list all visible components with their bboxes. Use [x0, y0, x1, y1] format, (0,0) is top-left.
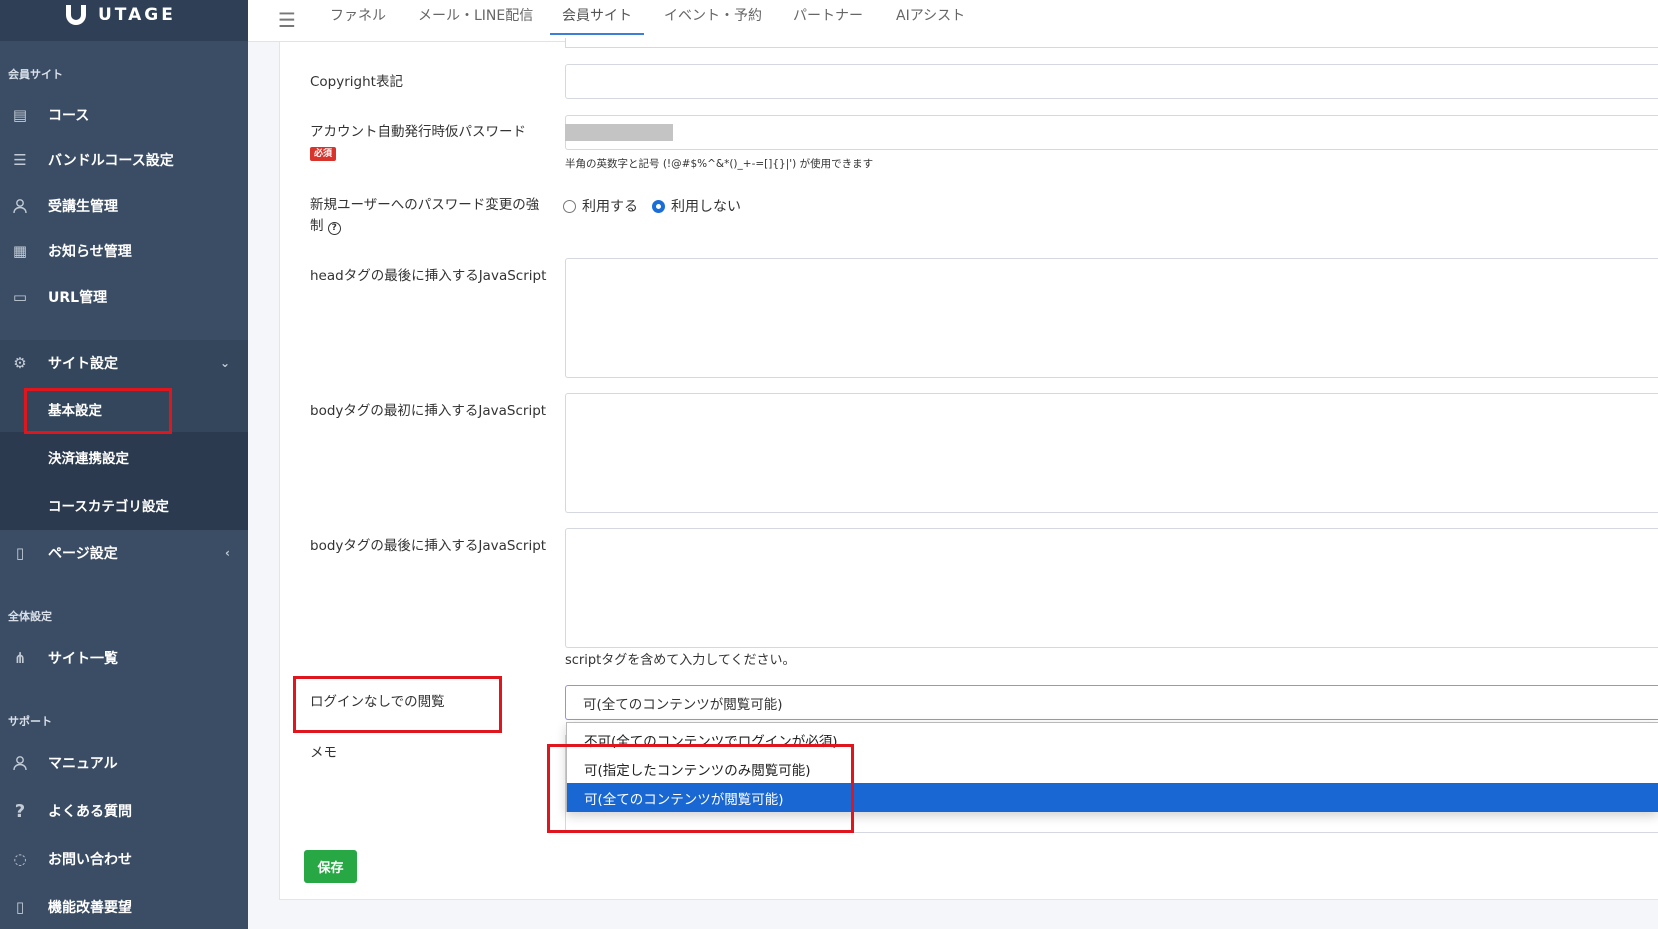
chevron-down-icon: ⌄	[219, 356, 230, 370]
sidebar-item-news[interactable]: ▦ お知らせ管理	[0, 228, 248, 274]
force-password-change-label-line2: 制	[310, 218, 324, 234]
sidebar-item-label: 受講生管理	[48, 199, 118, 215]
hamburger-menu-icon[interactable]: ☰	[278, 8, 296, 32]
sitemap-icon: ⋔	[13, 649, 27, 667]
sidebar-item-site-settings[interactable]: ⚙ サイト設定 ⌄	[0, 340, 248, 386]
tab-member-site[interactable]: 会員サイト	[550, 5, 644, 35]
required-badge-wrap: 必須	[310, 146, 337, 161]
temp-password-masked-value	[565, 124, 673, 141]
body-start-js-textarea[interactable]	[565, 393, 1658, 513]
sidebar-item-label: サイト一覧	[48, 651, 118, 667]
head-js-textarea[interactable]	[565, 258, 1658, 378]
top-navigation: ☰ ファネル メール・LINE配信 会員サイト イベント・予約 パートナー AI…	[248, 0, 1658, 42]
sidebar-item-manual[interactable]: マニュアル	[0, 740, 248, 786]
sidebar-item-site-list[interactable]: ⋔ サイト一覧	[0, 635, 248, 681]
save-button[interactable]: 保存	[304, 850, 357, 883]
login-free-select[interactable]: 可(全てのコンテンツが閲覧可能)	[565, 685, 1658, 720]
sidebar-item-contact[interactable]: ◌ お問い合わせ	[0, 836, 248, 882]
sidebar-item-students[interactable]: 受講生管理	[0, 183, 248, 229]
head-js-label: headタグの最後に挿入するJavaScript	[310, 268, 547, 284]
section-header-global: 全体設定	[8, 610, 52, 623]
temp-password-label: アカウント自動発行時仮パスワード	[310, 124, 526, 140]
highlight-box-options	[547, 744, 854, 833]
previous-field-input[interactable]	[565, 38, 1658, 48]
radio-not-use-label[interactable]: 利用しない	[671, 196, 741, 216]
section-header-member-site: 会員サイト	[8, 68, 63, 81]
user-icon	[11, 754, 29, 772]
list-icon: ▤	[12, 106, 28, 124]
body-end-js-textarea[interactable]	[565, 528, 1658, 648]
sidebar-item-label: URL管理	[48, 290, 108, 306]
sidebar-item-page-settings[interactable]: ▯ ページ設定 ‹	[0, 530, 248, 576]
script-hint: scriptタグを含めて入力してください。	[565, 653, 796, 668]
sidebar-item-url[interactable]: ▭ URL管理	[0, 274, 248, 320]
force-password-change-label: 新規ユーザーへのパスワード変更の強 制 ?	[310, 195, 539, 237]
sidebar-item-label: よくある質問	[48, 804, 132, 820]
tab-partner[interactable]: パートナー	[793, 5, 863, 33]
sidebar-item-label: コース	[48, 108, 90, 124]
sidebar-item-course[interactable]: ▤ コース	[0, 92, 248, 138]
radio-use-label[interactable]: 利用する	[582, 196, 638, 216]
sidebar-item-label: マニュアル	[48, 756, 118, 772]
sidebar-item-label: お問い合わせ	[48, 852, 132, 868]
page-icon: ▯	[15, 544, 25, 562]
copyright-label: Copyright表記	[310, 74, 403, 90]
force-password-change-label-line1: 新規ユーザーへのパスワード変更の強	[310, 197, 540, 213]
logo[interactable]: UTAGE	[0, 0, 248, 41]
sidebar-item-label: ページ設定	[48, 546, 118, 562]
tab-mail-line[interactable]: メール・LINE配信	[418, 5, 533, 33]
copyright-input[interactable]	[565, 64, 1658, 99]
bullet-list-icon: ☰	[13, 151, 27, 169]
temp-password-hint: 半角の英数字と記号 (!@#$%^&*()_+-=[]{}|') が使用できます	[565, 158, 874, 170]
sidebar-subitem-course-category[interactable]: コースカテゴリ設定	[0, 482, 248, 528]
gear-icon: ⚙	[13, 354, 27, 372]
devices-icon: ▭	[12, 288, 28, 306]
sidebar: UTAGE 会員サイト ▤ コース ☰ バンドルコース設定 受講生管理 ▦ お知…	[0, 0, 248, 929]
sidebar-subitem-label: コースカテゴリ設定	[48, 499, 169, 515]
temp-password-input[interactable]	[565, 115, 1658, 150]
sidebar-item-label: サイト設定	[48, 356, 118, 372]
sidebar-item-label: お知らせ管理	[48, 244, 132, 260]
highlight-box-login-free	[293, 676, 502, 733]
section-header-support: サポート	[8, 715, 52, 728]
user-icon	[11, 197, 29, 215]
chevron-left-icon: ‹	[225, 546, 230, 560]
chat-icon: ◌	[13, 850, 27, 868]
sidebar-item-feature-request[interactable]: ▯ 機能改善要望	[0, 884, 248, 929]
sidebar-subitem-payment-settings[interactable]: 決済連携設定	[0, 434, 248, 480]
radio-use[interactable]	[563, 199, 576, 213]
document-icon: ▯	[15, 898, 25, 916]
tab-ai-assist[interactable]: AIアシスト	[896, 5, 965, 33]
sidebar-item-bundle-course[interactable]: ☰ バンドルコース設定	[0, 137, 248, 183]
newspaper-icon: ▦	[12, 242, 28, 260]
help-icon[interactable]: ?	[327, 222, 341, 235]
tab-event-reservation[interactable]: イベント・予約	[664, 5, 762, 33]
sidebar-subitem-label: 決済連携設定	[48, 451, 129, 467]
body-end-js-label: bodyタグの最後に挿入するJavaScript	[310, 538, 547, 554]
sidebar-item-label: 機能改善要望	[48, 900, 132, 916]
sidebar-item-faq[interactable]: ? よくある質問	[0, 788, 248, 834]
tab-funnel[interactable]: ファネル	[330, 5, 386, 33]
question-icon: ?	[14, 800, 26, 822]
required-badge: 必須	[310, 147, 337, 161]
memo-label: メモ	[310, 745, 337, 761]
brand-name: UTAGE	[98, 4, 176, 25]
force-password-change-radios: 利用する 利用しない	[563, 196, 755, 216]
sidebar-item-label: バンドルコース設定	[48, 153, 174, 169]
radio-not-use[interactable]	[652, 199, 665, 213]
logo-icon	[66, 4, 86, 25]
body-start-js-label: bodyタグの最初に挿入するJavaScript	[310, 403, 547, 419]
highlight-box-basic-settings	[24, 388, 172, 434]
